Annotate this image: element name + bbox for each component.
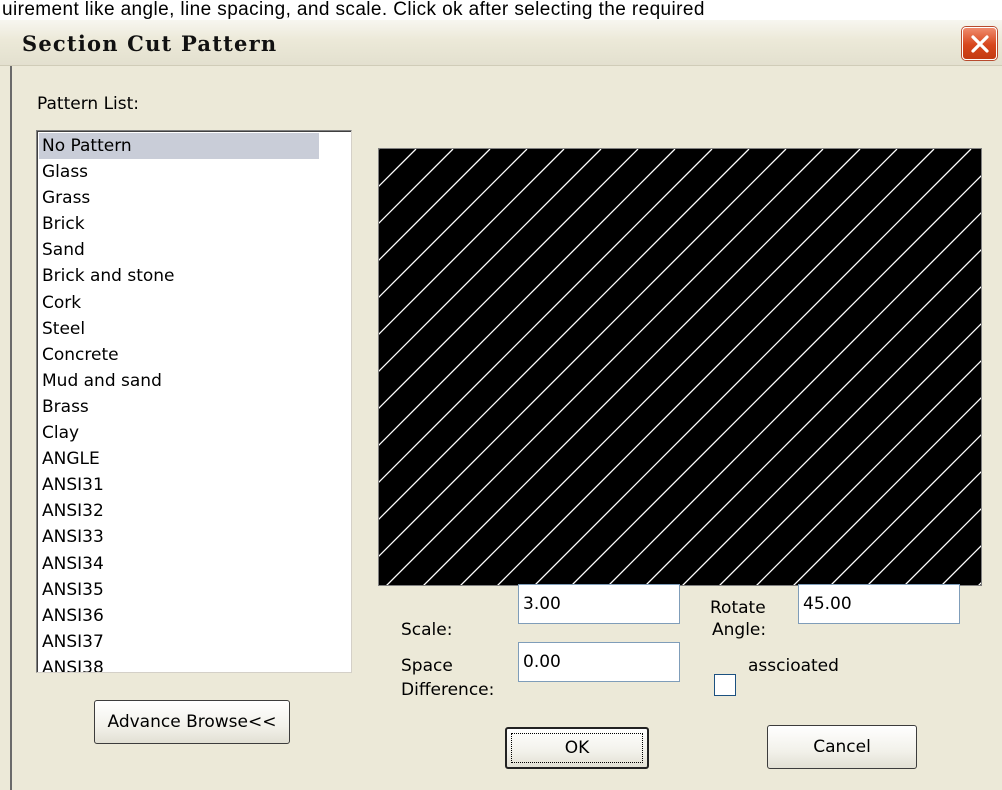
hatch-line bbox=[423, 149, 861, 585]
hatch-line bbox=[379, 149, 750, 520]
close-button[interactable] bbox=[962, 27, 997, 60]
pattern-list-item[interactable]: ANSI32 bbox=[39, 498, 319, 524]
pattern-list-item[interactable]: Cork bbox=[39, 290, 319, 316]
pattern-list-item[interactable]: Steel bbox=[39, 316, 319, 342]
pattern-list-item[interactable]: ANSI31 bbox=[39, 472, 319, 498]
pattern-list-item[interactable]: Glass bbox=[39, 159, 319, 185]
hatch-line bbox=[379, 149, 454, 224]
hatch-line bbox=[379, 149, 676, 446]
pattern-list-item[interactable]: Brick bbox=[39, 211, 319, 237]
pattern-list-item[interactable]: No Pattern bbox=[39, 133, 319, 160]
hatch-line bbox=[460, 149, 898, 585]
hatch-line bbox=[571, 175, 981, 585]
pattern-list-item[interactable]: ANGLE bbox=[39, 446, 319, 472]
rotate-angle-label-line2: Angle: bbox=[712, 620, 767, 640]
pattern-list-item[interactable]: ANSI33 bbox=[39, 524, 319, 550]
hatch-line bbox=[645, 249, 981, 585]
title-bar[interactable]: Section Cut Pattern bbox=[0, 20, 1002, 66]
pattern-list-item[interactable]: Sand bbox=[39, 237, 319, 263]
cancel-button[interactable]: Cancel bbox=[767, 725, 917, 769]
rotate-angle-input[interactable] bbox=[798, 584, 960, 624]
pattern-list-item[interactable]: Brick and stone bbox=[39, 263, 319, 289]
hatch-line bbox=[534, 149, 972, 585]
hatch-line bbox=[793, 397, 981, 585]
hatch-line bbox=[386, 149, 824, 585]
associated-checkbox[interactable] bbox=[714, 674, 736, 696]
cancel-label: Cancel bbox=[813, 737, 871, 757]
hatch-line bbox=[379, 149, 713, 483]
hatch-line bbox=[379, 149, 528, 298]
space-difference-label-line2: Difference: bbox=[401, 680, 495, 700]
pattern-list-label: Pattern List: bbox=[37, 94, 140, 114]
space-difference-input[interactable] bbox=[518, 642, 680, 682]
pattern-list-item[interactable]: Concrete bbox=[39, 342, 319, 368]
advance-browse-button[interactable]: Advance Browse<< bbox=[94, 700, 290, 744]
hatch-line bbox=[379, 149, 491, 261]
ok-button[interactable]: OK bbox=[505, 727, 649, 769]
pattern-list-item[interactable]: ANSI37 bbox=[39, 629, 319, 655]
scale-label: Scale: bbox=[401, 620, 453, 640]
section-cut-pattern-dialog: Section Cut Pattern Pattern List: No Pat… bbox=[0, 20, 1002, 790]
pattern-list-item[interactable]: ANSI36 bbox=[39, 603, 319, 629]
pattern-listbox[interactable]: No Pattern Glass Grass Brick Sand Brick and s… bbox=[36, 130, 352, 673]
hatch-line bbox=[497, 149, 935, 585]
pattern-list-item[interactable]: Brass bbox=[39, 394, 319, 420]
close-icon bbox=[970, 34, 989, 53]
hatch-line bbox=[379, 149, 417, 187]
hatch-pattern-canvas bbox=[379, 149, 981, 585]
pattern-list-item[interactable]: ANSI34 bbox=[39, 551, 319, 577]
scale-input[interactable] bbox=[518, 584, 680, 624]
hatch-line bbox=[941, 545, 981, 585]
dialog-title: Section Cut Pattern bbox=[22, 31, 278, 56]
pattern-list-item[interactable]: Mud and sand bbox=[39, 368, 319, 394]
dialog-left-border bbox=[10, 66, 12, 790]
advance-browse-label: Advance Browse<< bbox=[107, 712, 277, 732]
pattern-list-items: No Pattern Glass Grass Brick Sand Brick and s… bbox=[39, 133, 319, 672]
focus-rectangle bbox=[511, 733, 643, 763]
hatch-line bbox=[379, 149, 787, 557]
pattern-list-item[interactable]: Clay bbox=[39, 420, 319, 446]
pattern-list-item[interactable]: ANSI35 bbox=[39, 577, 319, 603]
pattern-preview bbox=[378, 148, 982, 586]
instruction-caption: uirement like angle, line spacing, and s… bbox=[0, 0, 1002, 20]
pattern-list-item[interactable]: ANSI38 bbox=[39, 655, 319, 672]
space-difference-label-line1: Space bbox=[401, 656, 453, 676]
associated-label[interactable]: asscioated bbox=[748, 656, 839, 676]
hatch-line bbox=[867, 471, 981, 585]
rotate-angle-label-line1: Rotate bbox=[710, 598, 766, 618]
pattern-list-item[interactable]: Grass bbox=[39, 185, 319, 211]
